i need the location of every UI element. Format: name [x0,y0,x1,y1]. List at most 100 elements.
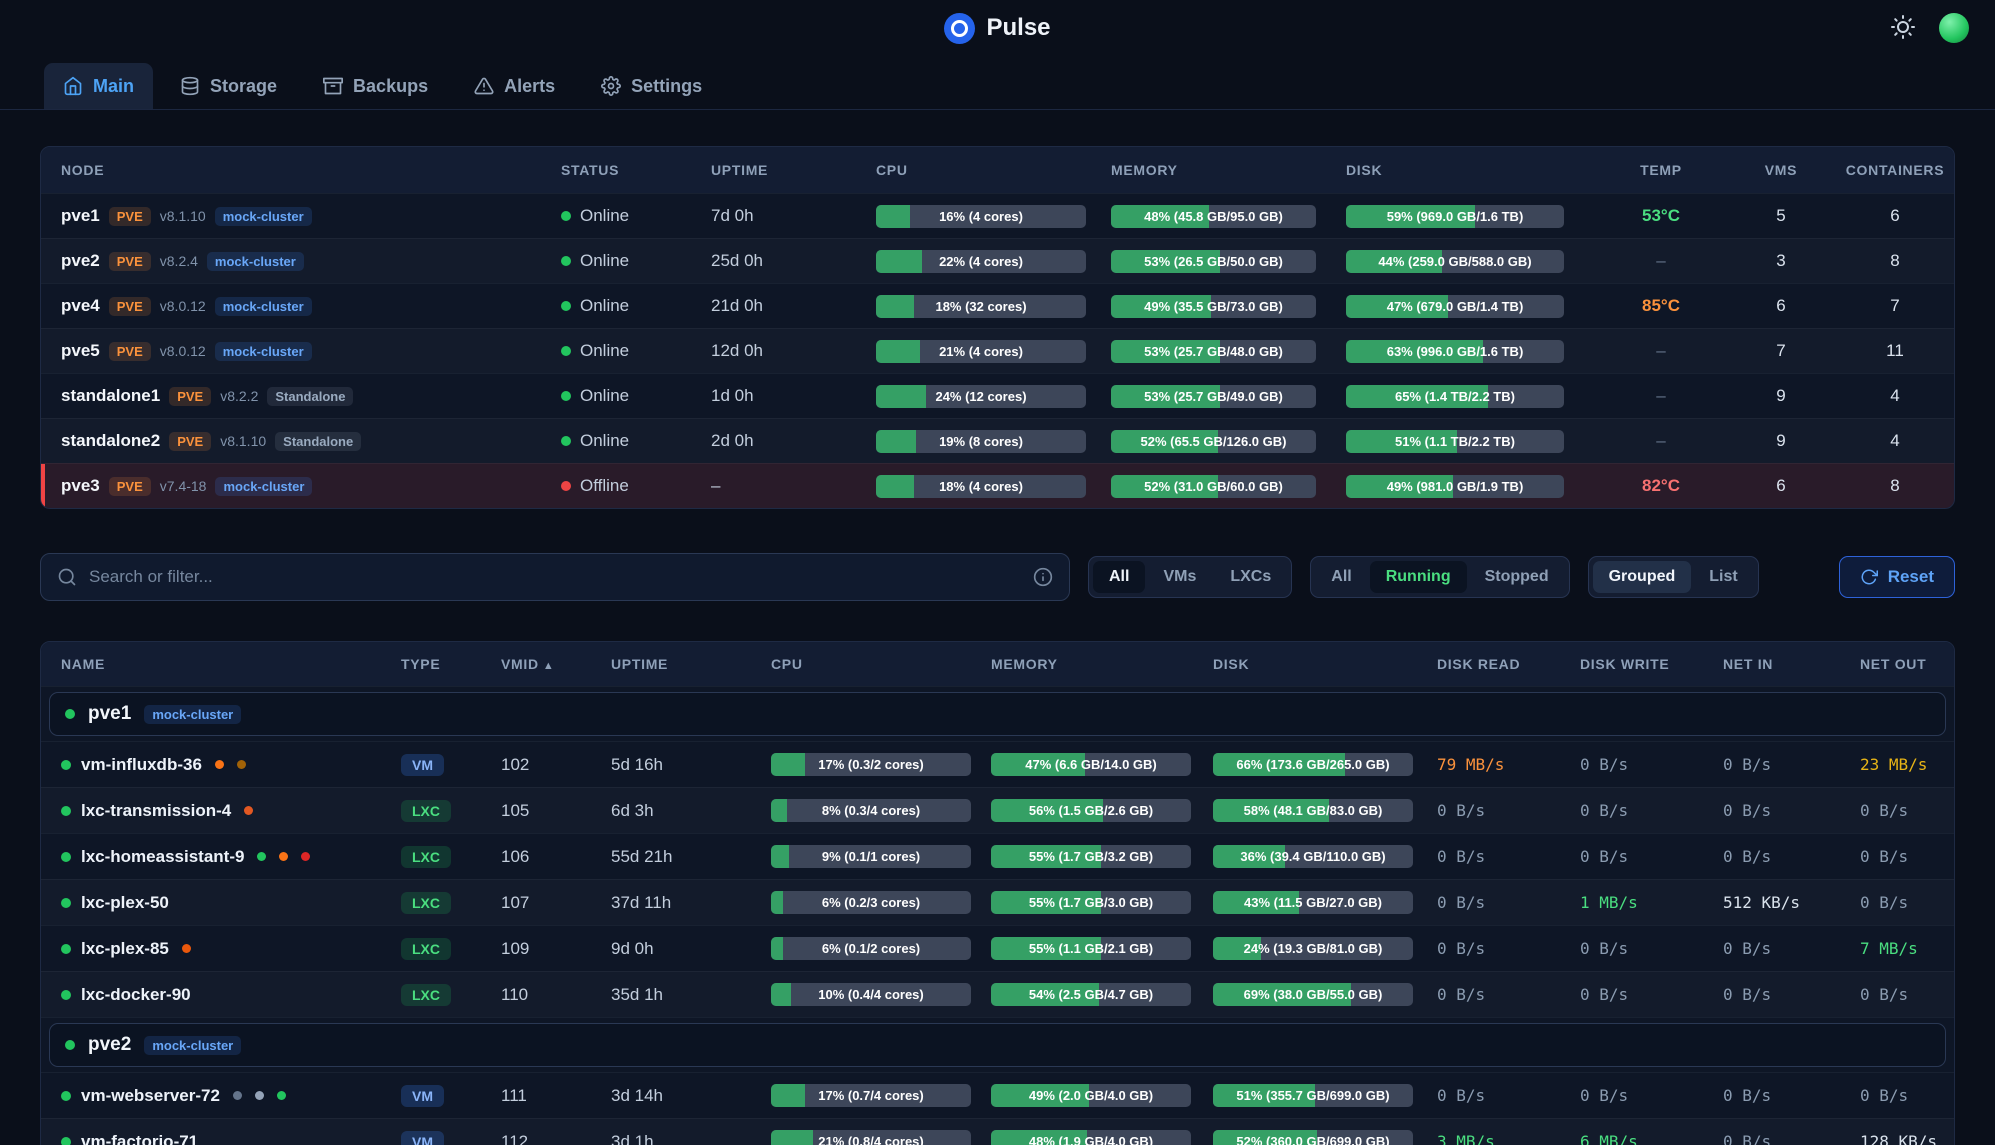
usage-bar-label: 44% (259.0 GB/588.0 GB) [1346,250,1564,273]
vmid-value: 106 [501,847,611,867]
usage-bar-label: 47% (6.6 GB/14.0 GB) [991,753,1191,776]
uptime-value: 7d 0h [711,206,876,226]
vms-count: 9 [1726,431,1836,451]
column-header-uptime[interactable]: UPTIME [611,656,771,672]
search-input[interactable] [89,567,1021,587]
info-icon[interactable] [1033,567,1053,587]
cpu-cell: 6% (0.2/3 cores) [771,891,991,914]
column-header-type[interactable]: TYPE [401,656,501,672]
net-out-value: 0 B/s [1860,801,1954,820]
tab-storage[interactable]: Storage [161,63,296,109]
guest-row-lxc-plex-85[interactable]: lxc-plex-85LXC1099d 0h6% (0.1/2 cores)55… [41,925,1954,971]
usage-bar-label: 69% (38.0 GB/55.0 GB) [1213,983,1413,1006]
column-header-cpu[interactable]: CPU [771,656,991,672]
cpu-cell: 17% (0.7/4 cores) [771,1084,991,1107]
usage-bar-label: 10% (0.4/4 cores) [771,983,971,1006]
cluster-badge: Standalone [275,432,361,451]
usage-bar: 51% (1.1 TB/2.2 TB) [1346,430,1564,453]
column-header-name[interactable]: NAME [41,656,401,672]
column-header-memory[interactable]: MEMORY [991,656,1213,672]
usage-bar-label: 47% (679.0 GB/1.4 TB) [1346,295,1564,318]
cluster-badge: mock-cluster [207,252,304,271]
tab-settings[interactable]: Settings [582,63,721,109]
theme-toggle-button[interactable] [1891,15,1915,42]
guest-name-cell: vm-influxdb-36 [41,755,401,775]
cpu-cell: 10% (0.4/4 cores) [771,983,991,1006]
status-cell: Online [561,251,711,271]
status-label: Online [580,296,629,316]
tab-backups[interactable]: Backups [304,63,447,109]
disk-read-value: 0 B/s [1437,801,1580,820]
type-filter-option-all[interactable]: All [1093,561,1145,593]
column-header-net-in[interactable]: NET IN [1723,656,1860,672]
type-filter-option-vms[interactable]: VMs [1147,561,1212,593]
guest-name: lxc-homeassistant-9 [81,847,244,867]
guest-row-lxc-docker-90[interactable]: lxc-docker-90LXC11035d 1h10% (0.4/4 core… [41,971,1954,1017]
node-cell: standalone1PVEv8.2.2Standalone [41,386,561,406]
column-header-cpu: CPU [876,162,1111,178]
guest-row-vm-factorio-71[interactable]: vm-factorio-71VM1123d 1h21% (0.8/4 cores… [41,1118,1954,1145]
group-node-name: pve1 [88,703,131,725]
node-row-pve3[interactable]: pve3PVEv7.4-18mock-clusterOffline–18% (4… [41,463,1954,508]
node-group-row-pve1[interactable]: pve1mock-cluster [49,692,1946,736]
temp-value: – [1596,386,1726,406]
node-row-standalone2[interactable]: standalone2PVEv8.1.10StandaloneOnline2d … [41,418,1954,463]
state-filter-option-all[interactable]: All [1315,561,1367,593]
vmid-value: 107 [501,893,611,913]
node-row-pve5[interactable]: pve5PVEv8.0.12mock-clusterOnline12d 0h21… [41,328,1954,373]
guest-row-vm-influxdb-36[interactable]: vm-influxdb-36VM1025d 16h17% (0.3/2 core… [41,741,1954,787]
avatar[interactable] [1939,13,1969,43]
column-header-net-out[interactable]: NET OUT [1860,656,1954,672]
vmid-value: 110 [501,985,611,1005]
status-label: Online [580,386,629,406]
disk-cell: 51% (1.1 TB/2.2 TB) [1346,430,1596,453]
guest-row-lxc-transmission-4[interactable]: lxc-transmission-4LXC1056d 3h8% (0.3/4 c… [41,787,1954,833]
uptime-value: 25d 0h [711,251,876,271]
temp-value: – [1596,431,1726,451]
guest-row-lxc-plex-50[interactable]: lxc-plex-50LXC10737d 11h6% (0.2/3 cores)… [41,879,1954,925]
node-row-pve1[interactable]: pve1PVEv8.1.10mock-clusterOnline7d 0h16%… [41,193,1954,238]
state-filter-option-stopped[interactable]: Stopped [1469,561,1565,593]
usage-bar: 22% (4 cores) [876,250,1086,273]
guest-row-vm-webserver-72[interactable]: vm-webserver-72VM1113d 14h17% (0.7/4 cor… [41,1072,1954,1118]
usage-bar-label: 55% (1.7 GB/3.0 GB) [991,891,1191,914]
status-label: Online [580,251,629,271]
node-row-standalone1[interactable]: standalone1PVEv8.2.2StandaloneOnline1d 0… [41,373,1954,418]
tab-main[interactable]: Main [44,63,153,109]
status-cell: Online [561,341,711,361]
view-filter-option-list[interactable]: List [1693,561,1753,593]
net-out-value: 0 B/s [1860,893,1954,912]
column-header-disk-write[interactable]: DISK WRITE [1580,656,1723,672]
reset-button[interactable]: Reset [1839,556,1955,598]
usage-bar: 52% (31.0 GB/60.0 GB) [1111,475,1316,498]
gear-icon [601,76,621,96]
search-icon [57,567,77,587]
status-label: Online [580,431,629,451]
column-header-disk-read[interactable]: DISK READ [1437,656,1580,672]
node-row-pve4[interactable]: pve4PVEv8.0.12mock-clusterOnline21d 0h18… [41,283,1954,328]
alert-triangle-icon [474,76,494,96]
column-header-vmid[interactable]: VMID▲ [501,656,611,672]
brand: Pulse [944,13,1050,44]
tab-alerts[interactable]: Alerts [455,63,574,109]
view-filter-option-grouped[interactable]: Grouped [1593,561,1692,593]
node-row-pve2[interactable]: pve2PVEv8.2.4mock-clusterOnline25d 0h22%… [41,238,1954,283]
net-in-value: 0 B/s [1723,847,1860,866]
type-cell: LXC [401,800,501,822]
guest-row-lxc-homeassistant-9[interactable]: lxc-homeassistant-9LXC10655d 21h9% (0.1/… [41,833,1954,879]
uptime-value: 21d 0h [711,296,876,316]
usage-bar-label: 21% (0.8/4 cores) [771,1130,971,1145]
node-name: standalone2 [61,431,160,451]
state-filter-option-running[interactable]: Running [1370,561,1467,593]
usage-bar: 52% (65.5 GB/126.0 GB) [1111,430,1316,453]
column-header-disk[interactable]: DISK [1213,656,1437,672]
disk-cell: 36% (39.4 GB/110.0 GB) [1213,845,1437,868]
running-dot [61,806,71,816]
type-filter-option-lxcs[interactable]: LXCs [1214,561,1287,593]
uptime-value: 37d 11h [611,893,771,913]
type-badge: LXC [401,800,451,822]
refresh-icon [1860,568,1878,586]
node-group-row-pve2[interactable]: pve2mock-cluster [49,1023,1946,1067]
pve-badge: PVE [109,477,151,496]
usage-bar: 24% (19.3 GB/81.0 GB) [1213,937,1413,960]
